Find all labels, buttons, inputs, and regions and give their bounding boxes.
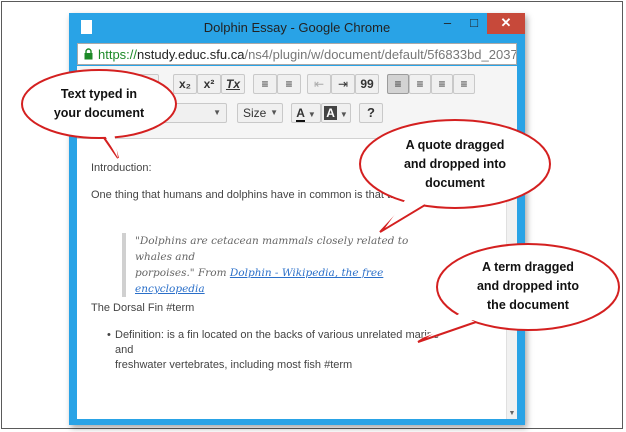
quote-line: "Dolphins are cetacean mammals closely r… <box>135 235 409 263</box>
maximize-button[interactable]: □ <box>461 13 487 34</box>
bulleted-list-button[interactable]: ≡ <box>277 74 301 94</box>
help-button[interactable]: ? <box>359 103 383 123</box>
close-button[interactable]: ✕ <box>487 13 525 34</box>
superscript-button[interactable]: x² <box>197 74 221 94</box>
url-scheme: https:// <box>98 47 138 62</box>
chevron-down-icon: ▼ <box>339 110 348 119</box>
chevron-down-icon: ▼ <box>213 108 221 117</box>
callout-line: the document <box>487 298 569 312</box>
subscript-button[interactable]: x₂ <box>173 74 197 94</box>
align-center-button[interactable]: ≡ <box>409 74 431 94</box>
text-color-button[interactable]: A ▼ <box>291 103 321 123</box>
chevron-down-icon: ▼ <box>270 108 278 117</box>
bullet-icon: • <box>107 329 111 341</box>
callout-line: and dropped into <box>476 279 580 293</box>
lock-icon <box>84 48 93 60</box>
blockquote: "Dolphins are cetacean mammals closely r… <box>122 233 440 297</box>
list-item-line: Definition: is a fin located on the back… <box>115 329 440 356</box>
callout-line: your document <box>53 106 145 120</box>
background-color-icon: A <box>324 106 337 120</box>
outdent-button[interactable]: ⇤ <box>307 74 331 94</box>
callout-typed-text: Text typed in your document <box>40 85 158 123</box>
callout-line: and dropped into <box>403 157 507 171</box>
heading-introduction: Introduction: <box>91 162 152 174</box>
indent-button[interactable]: ⇥ <box>331 74 355 94</box>
paragraph: One thing that humans and dolphins have … <box>91 189 397 201</box>
align-right-button[interactable]: ≡ <box>431 74 453 94</box>
scroll-down-icon[interactable]: ▼ <box>507 410 517 417</box>
url-host: nstudy.educ.sfu.ca <box>137 47 245 62</box>
size-select-value: Size <box>243 106 267 120</box>
browser-window: Dolphin Essay - Google Chrome – □ ✕ http… <box>69 13 525 425</box>
quote-line: porpoises." From Dolphin - Wikipedia, th… <box>135 265 440 297</box>
callout-quote-text: A quote dragged and dropped into documen… <box>388 136 522 193</box>
url-text[interactable]: https://nstudy.educ.sfu.ca/ns4/plugin/w/… <box>98 47 517 62</box>
justify-button[interactable]: ≡ <box>453 74 475 94</box>
minimize-button[interactable]: – <box>434 13 461 34</box>
callout-line: Text typed in <box>60 87 138 101</box>
list-item-line: freshwater vertebrates, including most f… <box>115 359 353 371</box>
remove-format-button[interactable]: Tx <box>221 74 245 94</box>
chevron-down-icon: ▼ <box>307 110 316 119</box>
title-bar[interactable]: Dolphin Essay - Google Chrome – □ ✕ <box>69 13 525 43</box>
url-path: /ns4/plugin/w/document/default/5f6833bd_… <box>244 47 517 62</box>
callout-line: A term dragged <box>482 260 574 274</box>
size-select[interactable]: Size ▼ <box>237 103 283 123</box>
list-item-text: Definition: is a fin located on the back… <box>115 328 445 373</box>
align-left-button[interactable]: ≡ <box>387 74 409 94</box>
blockquote-button[interactable]: 99 <box>355 74 379 94</box>
quote-source-prefix: porpoises." From <box>135 267 230 279</box>
numbered-list-button[interactable]: ≡ <box>253 74 277 94</box>
callout-line: A quote dragged <box>405 138 505 152</box>
callout-line: document <box>425 176 485 190</box>
text-color-icon: A <box>296 106 305 122</box>
heading-term: The Dorsal Fin #term <box>91 302 195 314</box>
callout-term-text: A term dragged and dropped into the docu… <box>460 258 596 315</box>
address-bar[interactable]: https://nstudy.educ.sfu.ca/ns4/plugin/w/… <box>77 43 517 65</box>
background-color-button[interactable]: A ▼ <box>321 103 351 123</box>
